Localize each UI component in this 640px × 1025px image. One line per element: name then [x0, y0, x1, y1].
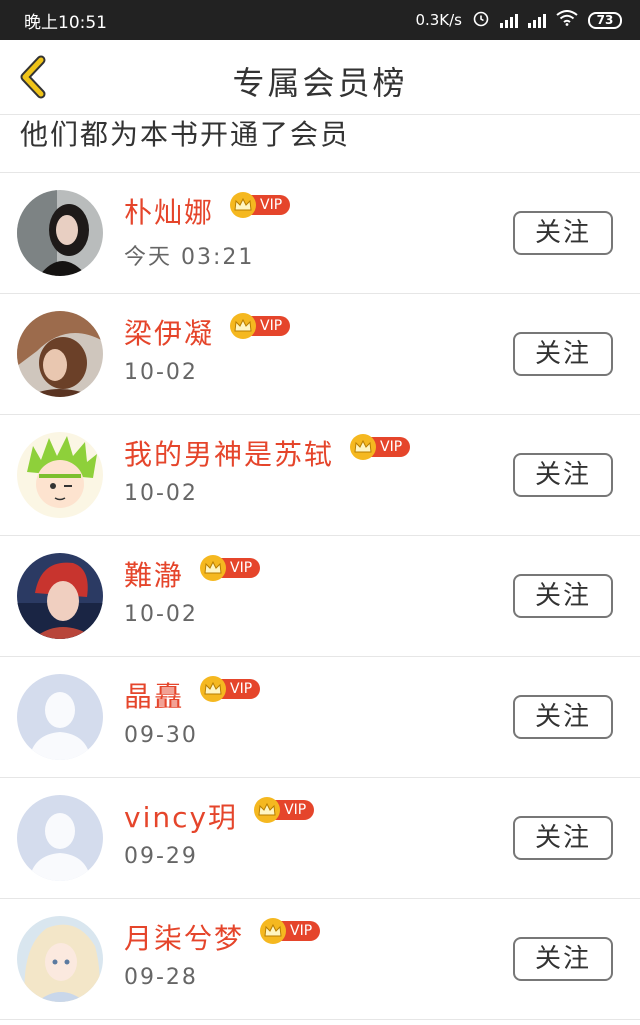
status-icons: 0.3K/s 73: [415, 9, 622, 31]
crown-icon: [230, 192, 257, 218]
list-item[interactable]: 我的男神是苏轼 VIP 10-02 关注: [0, 415, 640, 536]
member-name[interactable]: 梁伊凝: [124, 312, 214, 352]
member-name[interactable]: 晶矗: [124, 675, 184, 715]
name-line: 月柒兮梦 VIP: [124, 917, 321, 957]
list-item[interactable]: 朴灿娜 VIP 今天 03:21 关注: [0, 173, 640, 294]
alarm-icon: [472, 9, 490, 31]
avatar[interactable]: [17, 311, 103, 397]
hd-signal-icon: [500, 12, 518, 28]
list-item[interactable]: 梁伊凝 VIP 10-02 关注: [0, 294, 640, 415]
status-bar: 晚上10:51 0.3K/s 73: [0, 0, 640, 40]
member-name[interactable]: 難瀞: [124, 554, 184, 594]
vip-badge: VIP: [254, 797, 315, 823]
default-user-icon: [17, 795, 103, 881]
join-date: 09-28: [124, 965, 198, 990]
status-time: 晚上10:51: [24, 12, 107, 33]
page-title: 专属会员榜: [232, 64, 408, 102]
list-item[interactable]: 難瀞 VIP 10-02 关注: [0, 536, 640, 657]
avatar[interactable]: [17, 795, 103, 881]
follow-button[interactable]: 关注: [513, 211, 613, 255]
name-line: 晶矗 VIP: [124, 675, 261, 715]
avatar[interactable]: [17, 916, 103, 1002]
list-item[interactable]: 晶矗 VIP 09-30 关注: [0, 657, 640, 778]
member-name[interactable]: vincy玥: [124, 796, 238, 836]
wifi-icon: [556, 10, 578, 30]
avatar[interactable]: [17, 674, 103, 760]
vip-badge: VIP: [200, 555, 261, 581]
member-name[interactable]: 我的男神是苏轼: [124, 433, 334, 473]
join-date: 09-30: [124, 723, 198, 748]
vip-label: VIP: [370, 437, 411, 457]
crown-icon: [260, 918, 287, 944]
follow-button[interactable]: 关注: [513, 816, 613, 860]
default-user-icon: [17, 674, 103, 760]
vip-label: VIP: [280, 921, 321, 941]
vip-badge: VIP: [200, 676, 261, 702]
vip-badge: VIP: [230, 313, 291, 339]
network-speed: 0.3K/s: [415, 11, 462, 29]
join-date: 10-02: [124, 360, 198, 385]
vip-label: VIP: [220, 558, 261, 578]
vip-label: VIP: [250, 316, 291, 336]
join-date: 10-02: [124, 481, 198, 506]
follow-button[interactable]: 关注: [513, 332, 613, 376]
follow-button[interactable]: 关注: [513, 937, 613, 981]
avatar[interactable]: [17, 553, 103, 639]
battery-icon: 73: [588, 11, 622, 29]
member-list: 朴灿娜 VIP 今天 03:21 关注 梁伊凝 VIP 10-02 关注 我的男…: [0, 173, 640, 1020]
member-name[interactable]: 朴灿娜: [124, 191, 214, 231]
vip-label: VIP: [250, 195, 291, 215]
join-date: 09-29: [124, 844, 198, 869]
name-line: 我的男神是苏轼 VIP: [124, 433, 411, 473]
vip-badge: VIP: [260, 918, 321, 944]
join-date: 今天 03:21: [124, 245, 255, 270]
list-item[interactable]: vincy玥 VIP 09-29 关注: [0, 778, 640, 899]
follow-button[interactable]: 关注: [513, 695, 613, 739]
avatar[interactable]: [17, 432, 103, 518]
join-date: 10-02: [124, 602, 198, 627]
member-name[interactable]: 月柒兮梦: [124, 917, 244, 957]
vip-badge: VIP: [350, 434, 411, 460]
name-line: 難瀞 VIP: [124, 554, 261, 594]
name-line: 梁伊凝 VIP: [124, 312, 291, 352]
crown-icon: [350, 434, 377, 460]
name-line: 朴灿娜 VIP: [124, 191, 291, 231]
avatar[interactable]: [17, 190, 103, 276]
vip-label: VIP: [220, 679, 261, 699]
crown-icon: [230, 313, 257, 339]
vip-badge: VIP: [230, 192, 291, 218]
subheader: 他们都为本书开通了会员: [0, 115, 640, 173]
crown-icon: [200, 555, 227, 581]
header: 专属会员榜: [0, 40, 640, 115]
vip-label: VIP: [274, 800, 315, 820]
signal-icon: [528, 12, 546, 28]
name-line: vincy玥 VIP: [124, 796, 315, 836]
crown-icon: [254, 797, 281, 823]
follow-button[interactable]: 关注: [513, 453, 613, 497]
crown-icon: [200, 676, 227, 702]
follow-button[interactable]: 关注: [513, 574, 613, 618]
list-item[interactable]: 月柒兮梦 VIP 09-28 关注: [0, 899, 640, 1020]
